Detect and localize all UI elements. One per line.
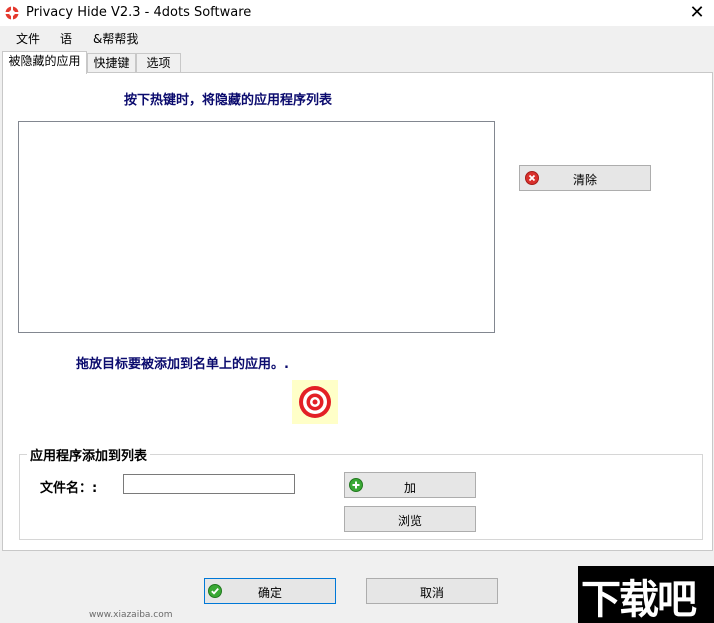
watermark-url: www.xiazaiba.com xyxy=(89,610,173,620)
cancel-button-label: 取消 xyxy=(419,586,444,600)
hidden-apps-list[interactable] xyxy=(18,121,495,333)
tab-options[interactable]: 选项 xyxy=(136,53,181,73)
browse-button[interactable]: 浏览 xyxy=(344,506,476,532)
clear-button[interactable]: 清除 xyxy=(519,165,651,191)
cancel-button[interactable]: 取消 xyxy=(366,578,498,604)
window-title: Privacy Hide V2.3 - 4dots Software xyxy=(26,5,252,20)
add-button-label: 加 xyxy=(403,481,416,495)
app-logo-icon xyxy=(5,6,19,20)
ok-button[interactable]: 确定 xyxy=(204,578,336,604)
menu-item-file[interactable]: 文件 xyxy=(16,30,40,47)
watermark-logo: 下载吧 xyxy=(578,566,714,623)
hidden-apps-heading: 按下热键时，将隐藏的应用程序列表 xyxy=(124,93,333,108)
filename-input[interactable] xyxy=(123,474,295,494)
bullseye-target-icon xyxy=(299,386,331,418)
drag-target-label: 拖放目标要被添加到名单上的应用。. xyxy=(76,357,289,372)
add-button[interactable]: 加 xyxy=(344,472,476,498)
filename-label: 文件名：: xyxy=(40,481,98,496)
close-button[interactable]: ✕ xyxy=(686,3,708,23)
drag-target[interactable] xyxy=(292,380,338,424)
menu-item-language[interactable]: 语 xyxy=(60,30,72,47)
menu-bar: 文件 语 &帮帮我 xyxy=(0,26,428,50)
tab-hidden-apps[interactable]: 被隐藏的应用 xyxy=(2,51,87,74)
clear-button-label: 清除 xyxy=(572,173,597,187)
add-app-group-title: 应用程序添加到列表 xyxy=(27,445,151,464)
browse-button-label: 浏览 xyxy=(397,514,422,528)
tab-hotkeys[interactable]: 快捷键 xyxy=(87,53,136,73)
ok-button-label: 确定 xyxy=(257,586,282,600)
watermark-text: 下载吧 xyxy=(581,577,697,623)
menu-item-help[interactable]: &帮帮我 xyxy=(93,30,138,47)
